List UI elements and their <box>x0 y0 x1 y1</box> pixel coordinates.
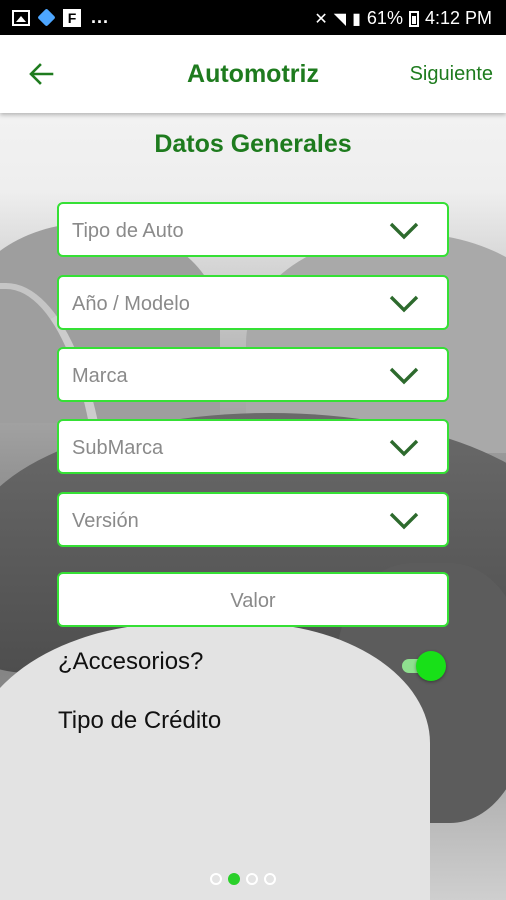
version-label: Versión <box>72 510 139 532</box>
more-notifications-indicator: ... <box>91 7 110 27</box>
clock: 4:12 PM <box>424 8 492 28</box>
page-dot-2[interactable] <box>228 873 240 885</box>
accessories-label: ¿Accesorios? <box>58 648 204 675</box>
app-bar: Automotriz Siguiente <box>0 35 506 113</box>
battery-icon <box>408 10 419 27</box>
mute-icon: ✕ <box>314 10 328 28</box>
sub-brand-label: SubMarca <box>72 437 164 459</box>
year-model-dropdown[interactable]: Año / Modelo <box>57 275 449 330</box>
section-title: Datos Generales <box>154 130 352 158</box>
year-model-label: Año / Modelo <box>72 293 190 315</box>
battery-percent: 61% <box>366 8 403 28</box>
car-type-label: Tipo de Auto <box>72 220 184 242</box>
chevron-down-icon <box>389 439 419 457</box>
accessories-toggle[interactable] <box>398 651 446 681</box>
toggle-thumb <box>416 651 446 681</box>
chevron-down-icon <box>389 512 419 530</box>
page-dot-4[interactable] <box>264 873 276 885</box>
car-type-dropdown[interactable]: Tipo de Auto <box>57 202 449 257</box>
value-placeholder: Valor <box>230 590 276 612</box>
brand-dropdown[interactable]: Marca <box>57 347 449 402</box>
next-button[interactable]: Siguiente <box>410 63 493 86</box>
chevron-down-icon <box>389 295 419 313</box>
version-dropdown[interactable]: Versión <box>57 492 449 547</box>
chevron-down-icon <box>389 367 419 385</box>
page-dot-3[interactable] <box>246 873 258 885</box>
chevron-down-icon <box>389 222 419 240</box>
gallery-notification-icon <box>12 9 30 26</box>
status-bar: F ... ✕ ◥ ▮ 61% 4:12 PM <box>0 0 506 35</box>
flipboard-notification-icon: F <box>63 8 81 27</box>
location-notification-icon <box>37 8 56 27</box>
credit-type-label: Tipo de Crédito <box>58 707 222 734</box>
page-dot-1[interactable] <box>210 873 222 885</box>
value-input[interactable]: Valor <box>57 572 449 627</box>
page-indicator <box>210 873 276 885</box>
brand-label: Marca <box>72 365 128 387</box>
wifi-icon: ◥ <box>333 10 347 28</box>
sub-brand-dropdown[interactable]: SubMarca <box>57 419 449 474</box>
signal-icon: ▮ <box>352 10 361 28</box>
